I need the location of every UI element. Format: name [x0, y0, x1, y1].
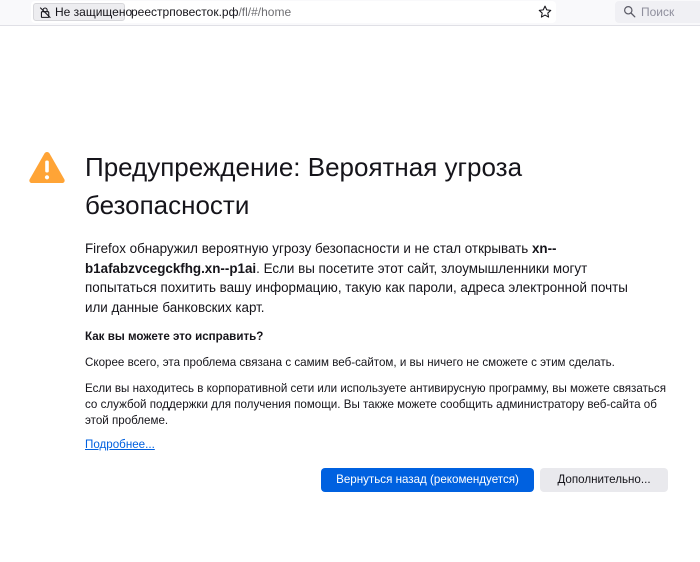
url-text[interactable]: реестрповесток.рф/fl/#/home — [131, 5, 291, 20]
fix-paragraph-2: Если вы находитесь в корпоративной сети … — [85, 382, 666, 427]
site-security-indicator[interactable]: Не защищено — [33, 3, 132, 21]
advanced-button[interactable]: Дополнительно... — [540, 468, 668, 492]
search-placeholder: Поиск — [641, 5, 675, 19]
fix-heading: Как вы можете это исправить? — [85, 330, 264, 343]
insecure-lock-icon — [39, 7, 51, 19]
go-back-button[interactable]: Вернуться назад (рекомендуется) — [321, 468, 534, 492]
intro-before: Firefox обнаружил вероятную угрозу безоп… — [85, 241, 532, 256]
url-path: /fl/#/home — [238, 5, 292, 19]
security-label: Не защищено — [55, 5, 133, 19]
browser-toolbar: Не защищено реестрповесток.рф/fl/#/home … — [0, 0, 700, 26]
warning-icon — [29, 152, 65, 183]
intro-text: Firefox обнаружил вероятную угрозу безоп… — [85, 239, 645, 317]
page-title: Предупреждение: Вероятная угроза безопас… — [85, 152, 523, 220]
bookmark-star-icon[interactable] — [538, 5, 552, 19]
address-bar[interactable]: Не защищено реестрповесток.рф/fl/#/home — [31, 1, 556, 23]
search-bar[interactable]: Поиск — [615, 1, 700, 23]
fix-paragraph-1: Скорее всего, эта проблема связана с сам… — [85, 356, 615, 369]
url-domain: реестрповесток.рф — [131, 5, 239, 19]
search-icon — [624, 6, 636, 18]
learn-more-link[interactable]: Подробнее... — [85, 437, 155, 453]
